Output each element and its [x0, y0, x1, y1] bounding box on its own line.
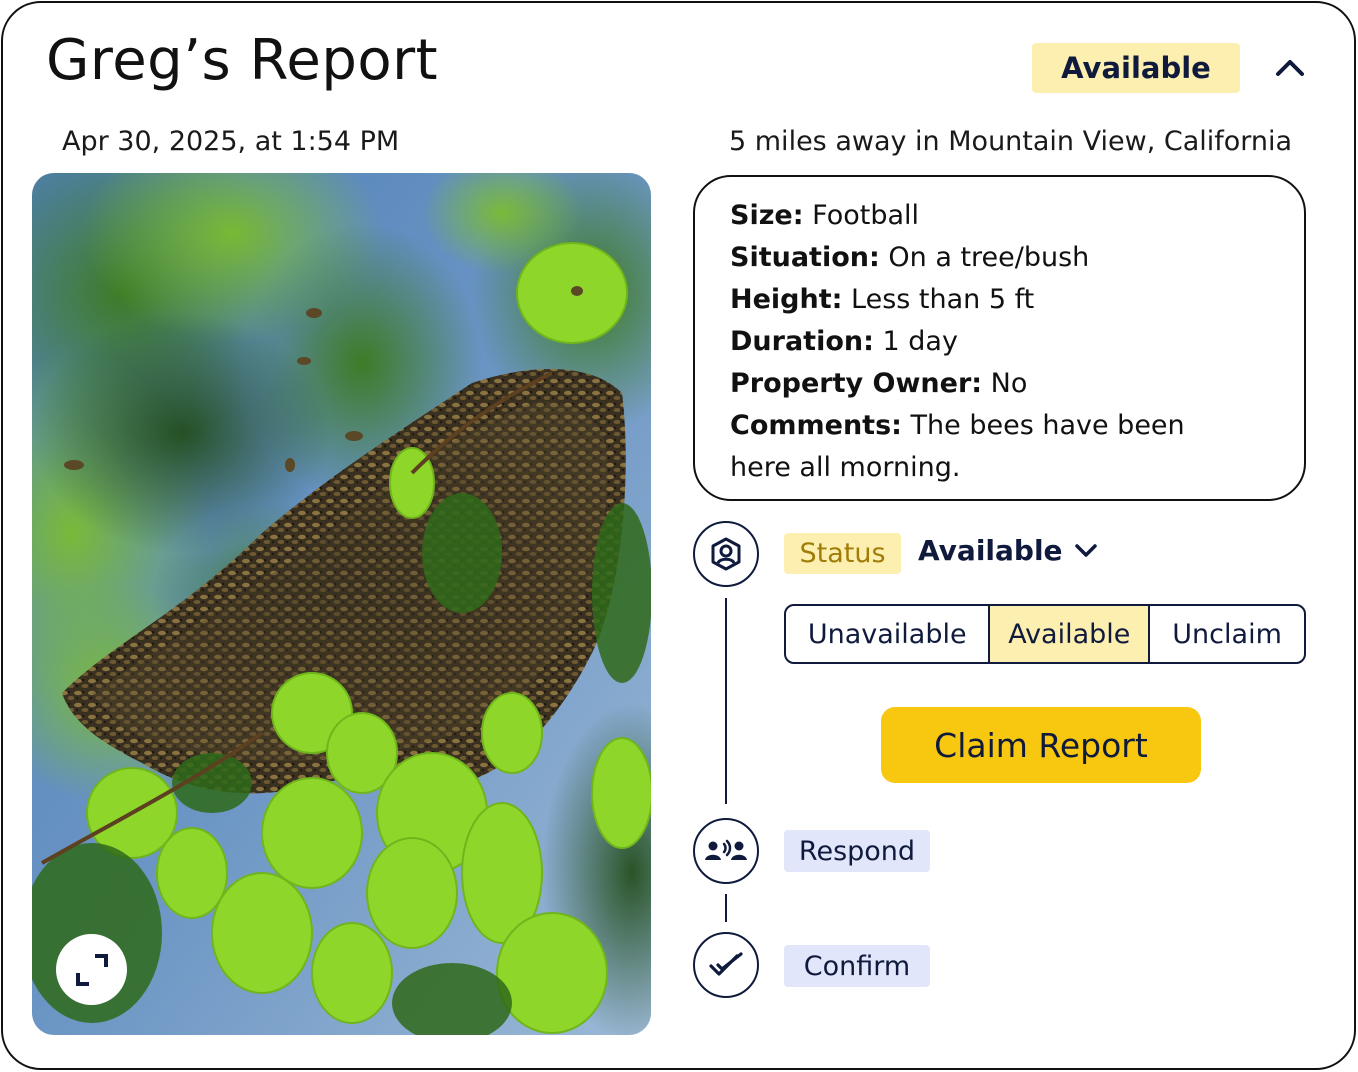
segment-unavailable[interactable]: Unavailable	[786, 606, 988, 662]
claim-report-button[interactable]: Claim Report	[881, 707, 1201, 783]
swarm-photo[interactable]	[32, 173, 651, 1035]
double-check-icon	[709, 952, 743, 976]
timeline-line	[725, 894, 727, 922]
confirm-step-icon	[693, 932, 759, 998]
timeline-line	[725, 598, 727, 804]
report-location: 5 miles away in Mountain View, Californi…	[729, 126, 1293, 157]
location-pin-icon	[711, 537, 741, 571]
status-value: Available	[918, 534, 1063, 567]
report-details-box: Size: Football Situation: On a tree/bush…	[693, 175, 1306, 501]
detail-situation: Situation: On a tree/bush	[730, 242, 1090, 273]
report-title: Greg’s Report	[46, 28, 439, 93]
chevron-up-icon	[1276, 60, 1304, 76]
detail-comments: Comments: The bees have been here all mo…	[730, 410, 1185, 483]
status-dropdown[interactable]: Available	[918, 534, 1097, 567]
expand-photo-button[interactable]	[56, 934, 127, 1005]
segment-available[interactable]: Available	[988, 606, 1149, 662]
expand-icon	[75, 953, 108, 986]
respond-step-icon	[693, 818, 759, 884]
availability-badge: Available	[1032, 43, 1240, 93]
respond-step[interactable]: Respond	[784, 830, 930, 872]
detail-property-owner: Property Owner: No	[730, 368, 1028, 399]
status-segmented-control: Unavailable Available Unclaim	[784, 604, 1306, 664]
collapse-button[interactable]	[1266, 44, 1314, 90]
detail-duration: Duration: 1 day	[730, 326, 958, 357]
status-step-icon	[693, 521, 759, 587]
report-date: Apr 30, 2025, at 1:54 PM	[62, 126, 400, 157]
people-talking-icon	[705, 839, 747, 860]
segment-unclaim[interactable]: Unclaim	[1148, 606, 1304, 662]
detail-height: Height: Less than 5 ft	[730, 284, 1035, 315]
status-chip: Status	[784, 533, 901, 574]
chevron-down-icon	[1074, 543, 1097, 557]
detail-size: Size: Football	[730, 200, 920, 231]
confirm-step[interactable]: Confirm	[784, 945, 930, 987]
